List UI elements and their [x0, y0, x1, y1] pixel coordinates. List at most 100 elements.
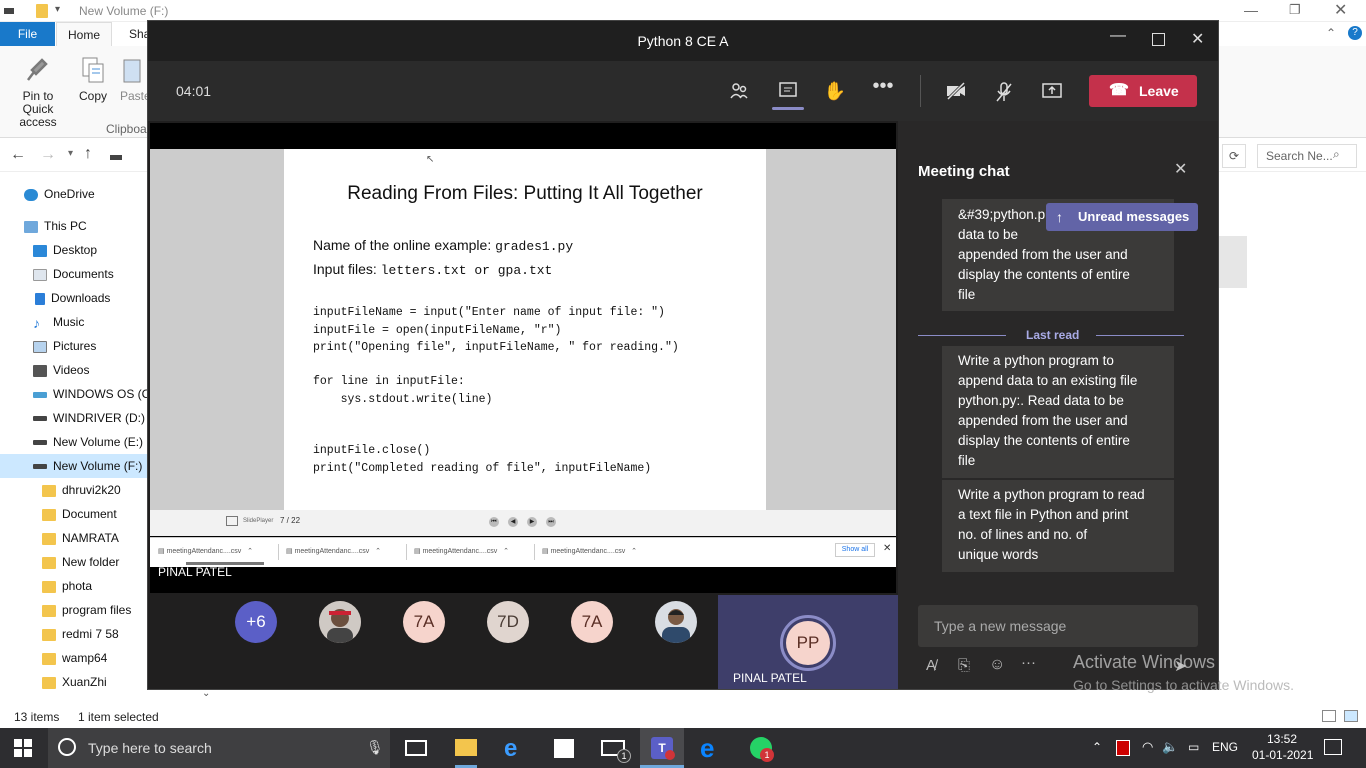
tab-home[interactable]: Home [56, 22, 113, 46]
language-indicator[interactable]: ENG [1212, 740, 1238, 754]
drive-icon [33, 416, 47, 422]
nav-documents[interactable]: Documents [0, 262, 147, 286]
download-item[interactable]: ▤ meetingAttendanc....csv ⌃ [414, 547, 509, 555]
nav-this-pc[interactable]: This PC [0, 214, 147, 238]
nav-music[interactable]: ♪ Music [0, 310, 147, 334]
minimize-icon[interactable]: — [1110, 27, 1126, 45]
raise-hand-icon[interactable]: ✋ [822, 81, 848, 103]
emoji-icon[interactable]: ☺ [989, 656, 1005, 674]
nav-folder[interactable]: redmi 7 58 [0, 622, 147, 646]
format-icon[interactable]: A̸ [926, 657, 936, 674]
show-hidden-icons-icon[interactable]: ⌃ [1092, 740, 1102, 754]
file-explorer-icon[interactable] [455, 739, 477, 756]
chat-title: Meeting chat [918, 163, 1010, 180]
active-speaker-name: PINAL PATEL [733, 671, 807, 685]
chevron-down-icon[interactable]: ▾ [55, 4, 60, 15]
attach-icon[interactable]: ⎘ [958, 657, 970, 674]
notification-center-icon[interactable] [1324, 739, 1342, 755]
edge-icon[interactable]: e [700, 733, 714, 764]
close-chat-icon[interactable]: ✕ [1174, 159, 1187, 179]
recent-chevron-icon[interactable]: ▾ [68, 148, 73, 159]
leave-button[interactable]: ☎ Leave [1089, 75, 1197, 107]
compose-message-input[interactable]: Type a new message [918, 605, 1198, 647]
first-slide-icon[interactable]: ⏮ [489, 517, 499, 527]
clock-time[interactable]: 13:52 [1262, 732, 1302, 746]
nav-folder[interactable]: program files [0, 598, 147, 622]
restore-icon[interactable]: ❐ [1289, 2, 1301, 18]
nav-folder[interactable]: XuanZhi [0, 670, 147, 694]
slideplayer-controls: SlidePlayer 7 / 22 ⏮ ◀ ▶ ⏭ [150, 510, 896, 536]
close-icon[interactable]: ✕ [1334, 0, 1347, 20]
more-options-icon[interactable]: ··· [1021, 654, 1036, 671]
close-downloads-icon[interactable]: ✕ [883, 543, 891, 554]
nav-folder[interactable]: NAMRATA [0, 526, 147, 550]
help-icon[interactable]: ? [1348, 26, 1362, 40]
camera-off-icon[interactable] [943, 81, 969, 103]
prev-slide-icon[interactable]: ◀ [508, 517, 518, 527]
nav-folder[interactable]: Document [0, 502, 147, 526]
nav-downloads[interactable]: Downloads [0, 286, 147, 310]
nav-desktop[interactable]: Desktop [0, 238, 147, 262]
speaker-icon[interactable]: 🔈 [1162, 739, 1178, 755]
nav-videos[interactable]: Videos [0, 358, 147, 382]
chevron-up-icon[interactable]: ⌃ [1326, 26, 1336, 40]
participant-avatar-photo[interactable] [319, 601, 361, 643]
participant-avatar-photo[interactable] [655, 601, 697, 643]
download-item[interactable]: ▤ meetingAttendanc....csv ⌃ [158, 547, 253, 555]
chat-icon[interactable] [775, 81, 801, 103]
nav-drive-d[interactable]: WINDRIVER (D:) [0, 406, 147, 430]
last-slide-icon[interactable]: ⏭ [546, 517, 556, 527]
divider [406, 544, 407, 560]
taskbar-search-box[interactable]: Type here to search 🎙 [48, 728, 390, 768]
share-screen-icon[interactable] [1039, 81, 1065, 103]
pc-icon [24, 220, 38, 233]
slide-line-1: Name of the online example: grades1.py [313, 237, 574, 254]
nav-onedrive[interactable]: OneDrive [0, 182, 147, 206]
participant-avatar[interactable]: 7A [403, 601, 445, 643]
more-actions-icon[interactable]: ••• [870, 75, 896, 97]
pin-icon [26, 56, 50, 86]
nav-folder[interactable]: New folder [0, 550, 147, 574]
participant-avatar[interactable]: 7A [571, 601, 613, 643]
task-view-icon[interactable] [405, 740, 427, 756]
minimize-icon[interactable]: — [1244, 2, 1258, 18]
teams-taskbar-button[interactable]: T [640, 728, 684, 768]
nav-drive-f[interactable]: New Volume (F:) [0, 454, 147, 478]
active-speaker-tile[interactable]: PP PINAL PATEL [718, 595, 898, 689]
more-participants-button[interactable]: +6 [235, 601, 277, 643]
clock-date[interactable]: 01-01-2021 [1252, 748, 1313, 762]
wifi-icon[interactable]: ◠ [1142, 739, 1153, 755]
participant-avatar[interactable]: 7D [487, 601, 529, 643]
close-icon[interactable]: ✕ [1191, 29, 1204, 49]
large-icons-view-icon[interactable] [1344, 710, 1358, 722]
refresh-icon[interactable]: ⟳ [1222, 144, 1246, 168]
start-button[interactable] [14, 739, 32, 760]
forward-icon[interactable]: → [40, 146, 56, 164]
store-icon[interactable] [554, 739, 574, 758]
tab-file[interactable]: File [0, 22, 55, 46]
participants-icon[interactable] [726, 81, 752, 103]
unread-messages-button[interactable]: ↑ Unread messages [1046, 203, 1198, 231]
maximize-icon[interactable] [1152, 33, 1165, 46]
up-icon[interactable]: ↑ [84, 145, 92, 163]
next-slide-icon[interactable]: ▶ [527, 517, 537, 527]
show-all-button[interactable]: Show all [835, 543, 875, 557]
details-view-icon[interactable] [1322, 710, 1336, 722]
nav-folder[interactable]: wamp64 [0, 646, 147, 670]
internet-explorer-icon[interactable]: e [504, 735, 517, 763]
mic-off-icon[interactable] [991, 81, 1017, 103]
nav-pictures[interactable]: Pictures [0, 334, 147, 358]
back-icon[interactable]: ← [10, 146, 26, 164]
folder-icon [42, 628, 56, 641]
paste-button[interactable]: Paste [104, 50, 148, 103]
download-item[interactable]: ▤ meetingAttendanc....csv ⌃ [286, 547, 381, 555]
download-item[interactable]: ▤ meetingAttendanc....csv ⌃ [542, 547, 637, 555]
nav-folder[interactable]: dhruvi2k20 [0, 478, 147, 502]
microphone-icon[interactable]: 🎙 [366, 739, 384, 756]
nav-folder[interactable]: phota [0, 574, 147, 598]
search-input[interactable]: Search Ne... [1257, 144, 1357, 168]
tray-app-icon[interactable] [1116, 740, 1130, 756]
nav-drive-e[interactable]: New Volume (E:) [0, 430, 147, 454]
battery-icon[interactable]: ▭ [1188, 740, 1199, 754]
nav-drive-c[interactable]: WINDOWS OS (C: [0, 382, 154, 406]
